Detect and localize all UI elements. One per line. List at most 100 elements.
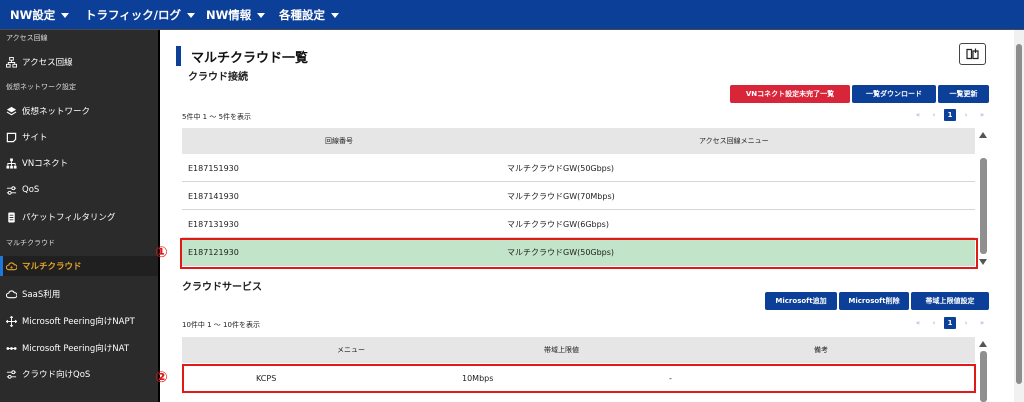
active-indicator: [0, 256, 3, 276]
next-page-button[interactable]: ›: [960, 109, 972, 121]
top-navigation: NW設定 トラフィック/ログ NW情報 各種設定: [0, 0, 1024, 30]
hierarchy-icon: [0, 157, 22, 169]
sidebar-item-cloud-qos[interactable]: クラウド向けQoS: [0, 364, 158, 384]
sidebar-item-ms-peering-nat[interactable]: Microsoft Peering向けNAT: [0, 338, 158, 358]
main-content: マルチクラウド一覧 クラウド接続 VNコネクト設定未完了一覧 一覧ダウンロード …: [155, 30, 1014, 402]
result-count: 10件中 1 ～ 10件を表示: [182, 321, 260, 329]
microsoft-delete-button[interactable]: Microsoft削除: [839, 292, 909, 310]
pagination: « ‹ 1 › »: [912, 317, 988, 329]
prev-page-button[interactable]: ‹: [928, 109, 940, 121]
nav-menu-label: 各種設定: [279, 8, 325, 22]
table-row[interactable]: E187141930 マルチクラウドGW(70Mbps): [182, 183, 975, 210]
scroll-up-arrow-icon[interactable]: [979, 341, 987, 347]
prev-page-button[interactable]: ‹: [928, 317, 940, 329]
first-page-button[interactable]: «: [912, 109, 924, 121]
nav-menu-label: NW設定: [10, 8, 56, 22]
network-tree-icon: [0, 56, 22, 68]
sidebar-item-label: クラウド向けQoS: [22, 370, 91, 380]
list-download-button[interactable]: 一覧ダウンロード: [852, 85, 936, 103]
sidebar-item-label: サイト: [22, 133, 48, 143]
column-header-access-menu: アクセス回線メニュー: [699, 137, 769, 145]
first-page-button[interactable]: «: [912, 317, 924, 329]
nav-menu-settings[interactable]: 各種設定: [279, 0, 339, 30]
nav-menu-nw-settings[interactable]: NW設定: [10, 0, 70, 30]
cell-line-number: E187151930: [188, 164, 239, 173]
table-scrollbar[interactable]: [979, 130, 988, 265]
page-title: マルチクラウド一覧: [191, 51, 309, 66]
nav-menu-nw-info[interactable]: NW情報: [206, 0, 266, 30]
sidebar-item-label: マルチクラウド: [22, 262, 82, 272]
sidebar-item-label: パケットフィルタリング: [22, 213, 116, 223]
table-header: 回線番号 アクセス回線メニュー: [182, 128, 975, 154]
sidebar-item-label: Microsoft Peering向けNAT: [22, 344, 130, 354]
sliders-icon: [0, 185, 22, 196]
scroll-down-arrow-icon[interactable]: [979, 259, 987, 265]
caret-down-icon: [61, 12, 70, 18]
sidebar-item-vn-connect[interactable]: VNコネクト: [0, 153, 158, 173]
sidebar-item-label: QoS: [22, 185, 40, 195]
cloud-user-icon: [0, 261, 22, 272]
next-page-button[interactable]: ›: [960, 317, 972, 329]
sidebar-item-saas[interactable]: SaaS利用: [0, 284, 158, 304]
nav-menu-traffic-log[interactable]: トラフィック/ログ: [85, 0, 195, 30]
manual-button[interactable]: [959, 43, 986, 65]
table-scrollbar[interactable]: [979, 339, 988, 402]
pagination: « ‹ 1 › »: [912, 109, 988, 121]
sidebar-item-ms-peering-napt[interactable]: Microsoft Peering向けNAPT: [0, 311, 158, 331]
sidebar-item-multicloud[interactable]: マルチクラウド: [0, 256, 158, 276]
column-header-line-number: 回線番号: [325, 137, 353, 145]
sidebar: アクセス回線 アクセス回線 仮想ネットワーク設定 仮想ネットワーク サイト VN…: [0, 30, 160, 402]
cell-line-number: E187141930: [188, 192, 239, 201]
caret-down-icon: [186, 12, 195, 18]
note-icon: [0, 132, 22, 143]
sidebar-item-label: Microsoft Peering向けNAPT: [22, 317, 135, 327]
table-row[interactable]: E187151930 マルチクラウドGW(50Gbps): [182, 155, 975, 182]
scrollbar-thumb[interactable]: [980, 158, 987, 254]
sidebar-section-multicloud: マルチクラウド: [6, 239, 55, 247]
caret-down-icon: [257, 12, 266, 18]
filter-icon: [0, 211, 22, 223]
title-accent-bar: [176, 46, 181, 66]
sidebar-item-access-line[interactable]: アクセス回線: [0, 52, 158, 72]
column-header-menu: メニュー: [337, 346, 365, 354]
bandwidth-limit-button[interactable]: 帯域上限値設定: [911, 292, 989, 310]
last-page-button[interactable]: »: [976, 317, 988, 329]
page-1-button[interactable]: 1: [944, 109, 956, 121]
sidebar-section-access: アクセス回線: [6, 34, 48, 42]
dots-icon: [0, 343, 22, 354]
list-refresh-button[interactable]: 一覧更新: [938, 85, 989, 103]
cell-access-menu: マルチクラウドGW(50Gbps): [507, 164, 615, 173]
section-title-cloud-service: クラウドサービス: [182, 282, 262, 293]
highlight-box-2: [182, 364, 976, 393]
microsoft-add-button[interactable]: Microsoft追加: [765, 292, 837, 310]
sidebar-item-qos[interactable]: QoS: [0, 180, 158, 200]
scrollbar-thumb[interactable]: [980, 351, 987, 402]
sidebar-item-packet-filtering[interactable]: パケットフィルタリング: [0, 207, 158, 227]
nav-menu-label: トラフィック/ログ: [85, 8, 181, 22]
vn-connect-incomplete-list-button[interactable]: VNコネクト設定未完了一覧: [730, 85, 850, 103]
table-row[interactable]: E187131930 マルチクラウドGW(6Gbps): [182, 211, 975, 238]
sidebar-item-label: 仮想ネットワーク: [22, 107, 91, 117]
nav-menu-label: NW情報: [206, 8, 252, 22]
arrows-cross-icon: [0, 315, 22, 327]
sidebar-item-site[interactable]: サイト: [0, 127, 158, 147]
sidebar-item-label: VNコネクト: [22, 159, 69, 169]
annotation-number-1: ①: [155, 243, 168, 261]
page-1-button[interactable]: 1: [944, 317, 956, 329]
result-count: 5件中 1 ～ 5件を表示: [182, 113, 252, 121]
caret-down-icon: [331, 12, 339, 18]
page-scrollbar-thumb[interactable]: [1016, 44, 1022, 384]
cell-access-menu: マルチクラウドGW(70Mbps): [507, 192, 615, 201]
cloud-icon: [0, 289, 22, 300]
cell-line-number: E187131930: [188, 220, 239, 229]
scroll-up-arrow-icon[interactable]: [979, 132, 987, 138]
cell-access-menu: マルチクラウドGW(6Gbps): [507, 220, 609, 229]
section-title-cloud-connection: クラウド接続: [188, 72, 248, 83]
table-header: メニュー 帯域上限値 備考: [182, 337, 975, 363]
page-scrollbar[interactable]: [1014, 30, 1024, 402]
highlight-box-1: [180, 238, 978, 269]
sidebar-item-label: アクセス回線: [22, 58, 73, 68]
last-page-button[interactable]: »: [976, 109, 988, 121]
layers-icon: [0, 106, 22, 117]
sidebar-item-virtual-network[interactable]: 仮想ネットワーク: [0, 101, 158, 121]
